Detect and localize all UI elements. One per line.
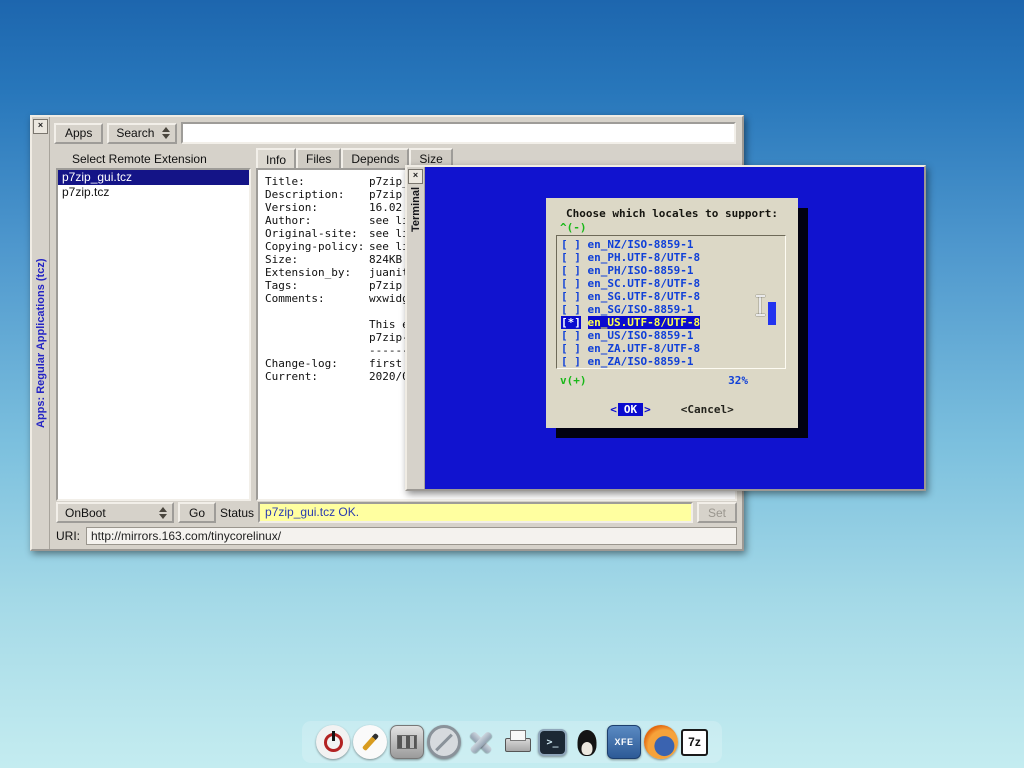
locale-item[interactable]: [ ] en_SG/ISO-8859-1 <box>561 303 785 316</box>
close-icon[interactable]: × <box>408 169 423 184</box>
ok-right-arrow: > <box>644 403 651 416</box>
tab-files[interactable]: Files <box>296 148 341 168</box>
paint-icon[interactable] <box>353 725 387 759</box>
list-item[interactable]: p7zip.tcz <box>58 185 249 200</box>
scrollbar-thumb[interactable] <box>768 302 776 325</box>
status-label: Status <box>220 506 254 520</box>
scroll-up-indicator: ^(-) <box>560 221 587 234</box>
search-input[interactable] <box>181 122 736 144</box>
combo-arrows-icon[interactable] <box>160 126 172 140</box>
set-button[interactable]: Set <box>697 502 737 523</box>
scroll-percent: 32% <box>728 374 748 387</box>
apps-window-titlebar[interactable]: × Apps: Regular Applications (tcz) <box>32 117 50 549</box>
locale-item[interactable]: [ ] en_US/ISO-8859-1 <box>561 329 785 342</box>
locale-item[interactable]: [ ] en_ZA/ISO-8859-1 <box>561 355 785 368</box>
locale-item[interactable]: [ ] en_PH/ISO-8859-1 <box>561 264 785 277</box>
locale-list[interactable]: [ ] en_NZ/ISO-8859-1[ ] en_PH.UTF-8/UTF-… <box>556 235 786 369</box>
list-item[interactable]: p7zip_gui.tcz <box>58 170 249 185</box>
terminal-icon[interactable] <box>538 729 567 756</box>
locale-item[interactable]: [ ] en_SC.UTF-8/UTF-8 <box>561 277 785 290</box>
locale-item[interactable]: [*] en_US.UTF-8/UTF-8 <box>561 316 785 329</box>
terminal-window-title: Terminal <box>410 187 422 489</box>
exit-icon[interactable] <box>316 725 350 759</box>
combo-arrows-icon[interactable] <box>157 506 169 520</box>
tab-info[interactable]: Info <box>256 148 296 169</box>
firefox-icon[interactable] <box>644 725 678 759</box>
print-icon[interactable] <box>501 725 535 759</box>
ok-button-label: OK <box>618 403 643 416</box>
locale-item[interactable]: [ ] en_NZ/ISO-8859-1 <box>561 238 785 251</box>
screenshot-icon[interactable] <box>427 725 461 759</box>
extension-list[interactable]: p7zip_gui.tczp7zip.tcz <box>56 168 251 501</box>
go-button[interactable]: Go <box>178 502 216 523</box>
uri-field[interactable]: http://mirrors.163.com/tinycorelinux/ <box>86 527 737 545</box>
sevenzip-icon[interactable]: 7z <box>681 729 708 756</box>
fan-icon[interactable] <box>464 725 498 759</box>
cancel-button[interactable]: <Cancel> <box>681 403 734 416</box>
section-label: Select Remote Extension <box>72 152 207 166</box>
control-panel-icon[interactable] <box>390 725 424 759</box>
scroll-down-indicator: v(+) <box>560 374 587 387</box>
tux-icon[interactable] <box>570 725 604 759</box>
onboot-combo[interactable]: OnBoot <box>56 502 174 523</box>
apps-toolbar: Apps Search <box>54 122 736 144</box>
apps-window-title: Apps: Regular Applications (tcz) <box>35 137 47 549</box>
onboot-combo-label: OnBoot <box>65 506 106 520</box>
dialog-buttons: <OK> <Cancel> <box>546 403 798 416</box>
locale-item[interactable]: [ ] en_SG.UTF-8/UTF-8 <box>561 290 785 303</box>
uri-bar: URI: http://mirrors.163.com/tinycorelinu… <box>56 526 737 546</box>
terminal-window-titlebar[interactable]: × Terminal <box>407 167 425 489</box>
search-combo-label: Search <box>116 126 154 140</box>
text-cursor-icon <box>755 295 766 316</box>
ok-button[interactable]: <OK> <box>610 403 651 416</box>
locale-item[interactable]: [ ] en_PH.UTF-8/UTF-8 <box>561 251 785 264</box>
apps-menu-button[interactable]: Apps <box>54 123 103 144</box>
terminal-screen[interactable]: Choose which locales to support: ^(-) [ … <box>425 167 924 489</box>
tab-depends[interactable]: Depends <box>341 148 409 168</box>
dialog-title: Choose which locales to support: <box>546 207 798 220</box>
search-combo[interactable]: Search <box>107 123 177 144</box>
status-field: p7zip_gui.tcz OK. <box>258 502 693 523</box>
close-icon[interactable]: × <box>33 119 48 134</box>
uri-label: URI: <box>56 529 80 543</box>
terminal-window: × Terminal Choose which locales to suppo… <box>405 165 926 491</box>
locale-item[interactable]: [ ] en_ZA.UTF-8/UTF-8 <box>561 342 785 355</box>
bottom-bar: OnBoot Go Status p7zip_gui.tcz OK. Set <box>56 502 737 523</box>
dock: XFE 7z <box>302 721 722 763</box>
xfe-icon[interactable]: XFE <box>607 725 641 759</box>
ok-left-arrow: < <box>610 403 617 416</box>
